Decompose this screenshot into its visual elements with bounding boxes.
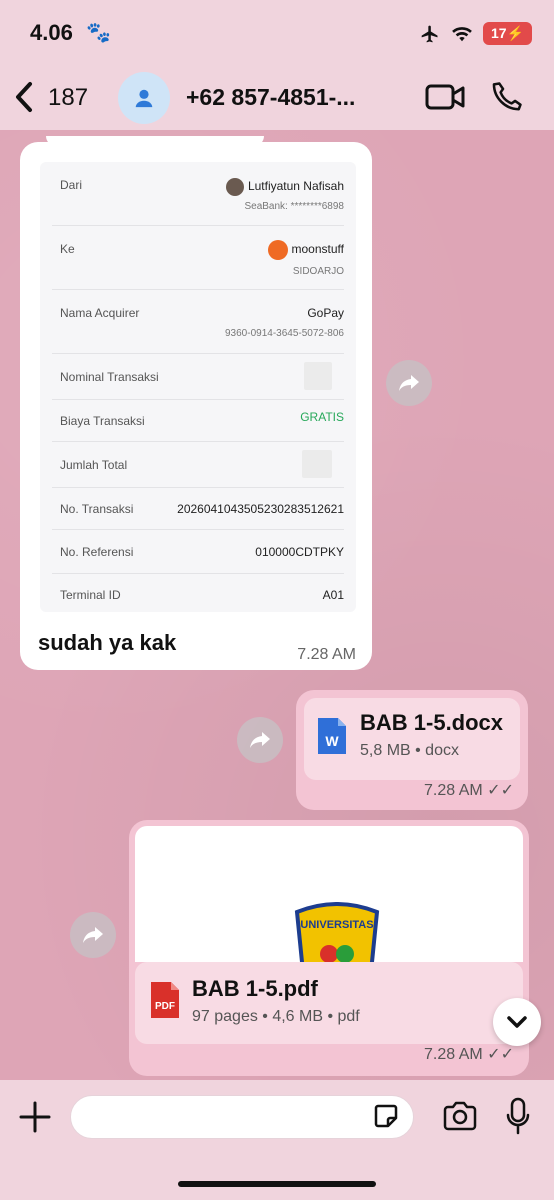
receipt-value: GRATIS bbox=[300, 410, 344, 424]
receipt-label: Ke bbox=[60, 242, 75, 256]
receipt-value: GoPay bbox=[307, 306, 344, 320]
status-time: 4.06 bbox=[30, 20, 73, 45]
receipt-row: Ke moonstuff SIDOARJO bbox=[52, 226, 344, 290]
forward-icon bbox=[250, 732, 270, 748]
receipt-label: No. Referensi bbox=[60, 545, 134, 559]
svg-text:W: W bbox=[325, 733, 339, 749]
receipt-label: Terminal ID bbox=[60, 588, 121, 602]
outgoing-pdf-bubble[interactable]: UNIVERSITAS PDF BAB 1-5.pdf 97 pages • 4… bbox=[129, 820, 529, 1076]
forward-icon bbox=[399, 375, 419, 391]
read-ticks-icon: ✓✓ bbox=[487, 1046, 514, 1063]
paw-icon: 🐾 bbox=[86, 22, 111, 44]
receipt-row: No. Transaksi 20260410435052302835126​21 bbox=[52, 488, 344, 530]
previous-bubble-edge bbox=[46, 136, 264, 146]
airplane-icon bbox=[421, 25, 438, 42]
receipt-row: Jumlah Total bbox=[52, 442, 344, 488]
message-time: 7.28 AM ✓✓ bbox=[424, 1046, 514, 1063]
receipt-value: 010000CDTPKY bbox=[255, 545, 344, 559]
receipt-label: No. Transaksi bbox=[60, 502, 134, 516]
receipt-row: Nama Acquirer GoPay 9360-0914-3645-5072-… bbox=[52, 290, 344, 354]
redacted-value bbox=[304, 362, 332, 390]
read-ticks-icon: ✓✓ bbox=[487, 782, 514, 799]
contact-name[interactable]: +62 857-4851-... bbox=[186, 84, 355, 111]
pdf-preview[interactable]: UNIVERSITAS bbox=[135, 826, 523, 962]
receipt-label: Jumlah Total bbox=[60, 458, 128, 472]
receipt-value: A01 bbox=[322, 588, 344, 602]
receipt-sub: 9360-0914-3645-5072-806 bbox=[225, 328, 344, 339]
receipt-value: moonstuff bbox=[267, 240, 344, 260]
contact-avatar[interactable] bbox=[118, 72, 170, 124]
pdf-document-icon: PDF bbox=[151, 982, 179, 1018]
receipt-label: Dari bbox=[60, 178, 83, 192]
message-time: 7.28 AM ✓✓ bbox=[424, 782, 514, 799]
outgoing-document-bubble[interactable]: W BAB 1-5.docx 5,8 MB • docx 7.28 AM ✓✓ bbox=[296, 690, 528, 810]
forward-button[interactable] bbox=[70, 912, 116, 958]
document-meta: 97 pages • 4,6 MB • pdf bbox=[192, 1008, 360, 1025]
store-icon bbox=[267, 240, 288, 260]
composer-bar bbox=[0, 1080, 554, 1200]
university-logo: UNIVERSITAS bbox=[294, 902, 380, 962]
incoming-message-bubble[interactable]: Dari Lutfiyatun Nafisah SeaBank: *******… bbox=[20, 136, 372, 670]
receipt-sub: SIDOARJO bbox=[292, 266, 344, 277]
receipt-row: Dari Lutfiyatun Nafisah SeaBank: *******… bbox=[52, 162, 344, 226]
document-card[interactable]: PDF BAB 1-5.pdf 97 pages • 4,6 MB • pdf bbox=[135, 962, 523, 1044]
battery-indicator: 17⚡ bbox=[482, 22, 532, 45]
receipt-sub: SeaBank: ********6898 bbox=[244, 201, 344, 212]
document-title: BAB 1-5.pdf bbox=[192, 976, 318, 1001]
sticker-icon[interactable] bbox=[372, 1102, 400, 1130]
receipt-label: Biaya Transaksi bbox=[60, 414, 145, 428]
receipt-label: Nominal Transaksi bbox=[60, 370, 159, 384]
receipt-label: Nama Acquirer bbox=[60, 306, 140, 320]
home-indicator bbox=[178, 1181, 376, 1187]
word-document-icon: W bbox=[318, 718, 346, 754]
receipt-value: Lutfiyatun Nafisah bbox=[225, 178, 344, 196]
message-time: 7.28 AM bbox=[297, 646, 356, 663]
message-list[interactable]: Dari Lutfiyatun Nafisah SeaBank: *******… bbox=[0, 130, 554, 1080]
camera-icon[interactable] bbox=[442, 1101, 478, 1131]
receipt-row: Nominal Transaksi bbox=[52, 354, 344, 400]
document-meta: 5,8 MB • docx bbox=[360, 742, 459, 759]
document-card[interactable]: W BAB 1-5.docx 5,8 MB • docx bbox=[304, 698, 520, 780]
chat-header: 187 +62 857-4851-... bbox=[0, 64, 554, 130]
video-call-icon[interactable] bbox=[424, 82, 466, 112]
chevron-down-icon bbox=[507, 1016, 527, 1028]
plus-icon[interactable] bbox=[18, 1100, 52, 1134]
status-icons: 17⚡ bbox=[419, 22, 532, 45]
sender-avatar bbox=[225, 178, 244, 196]
receipt-value: 20260410435052302835126​21 bbox=[177, 502, 344, 516]
message-text: sudah ya kak bbox=[38, 630, 177, 655]
svg-text:UNIVERSITAS: UNIVERSITAS bbox=[300, 919, 373, 931]
microphone-icon[interactable] bbox=[506, 1097, 530, 1135]
wifi-icon bbox=[452, 26, 472, 41]
unread-count[interactable]: 187 bbox=[48, 84, 88, 112]
status-bar: 4.06 🐾 17⚡ bbox=[0, 0, 554, 64]
scroll-to-bottom-button[interactable] bbox=[493, 998, 541, 1046]
redacted-value bbox=[302, 450, 332, 478]
receipt-row: No. Referensi 010000CDTPKY bbox=[52, 530, 344, 574]
receipt-row: Biaya Transaksi GRATIS bbox=[52, 400, 344, 442]
receipt-image[interactable]: Dari Lutfiyatun Nafisah SeaBank: *******… bbox=[40, 162, 356, 612]
forward-button[interactable] bbox=[386, 360, 432, 406]
forward-button[interactable] bbox=[237, 717, 283, 763]
document-title: BAB 1-5.docx bbox=[360, 710, 504, 735]
person-icon bbox=[135, 89, 153, 108]
back-chevron-icon[interactable] bbox=[12, 80, 36, 114]
phone-call-icon[interactable] bbox=[490, 80, 524, 114]
message-input[interactable] bbox=[70, 1095, 414, 1139]
svg-text:PDF: PDF bbox=[155, 1001, 175, 1012]
forward-icon bbox=[83, 927, 103, 943]
receipt-row: Terminal ID A01 bbox=[52, 574, 344, 612]
